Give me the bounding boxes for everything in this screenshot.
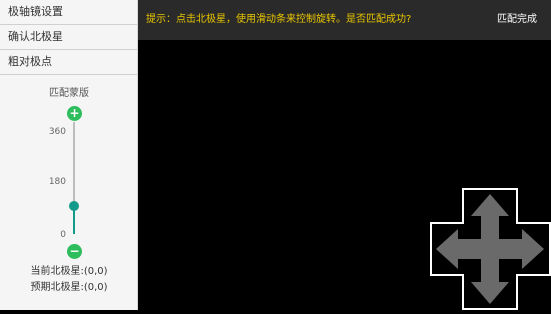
hint-text: 提示：点击北极星，使用滑动条来控制旋转。是否匹配成功? [146,14,412,25]
template-label: 匹配蒙版 [49,88,89,99]
top-bar: 提示：点击北极星，使用滑动条来控制旋转。是否匹配成功? 匹配完成 [138,0,551,40]
sidebar: 极轴镜设置 确认北极星 粗对极点 匹配蒙版 + 360 180 0 − 当前北极… [0,0,138,310]
minus-icon: − [69,244,80,258]
increase-button[interactable]: + [67,106,82,121]
menu-item-polar-scope-settings[interactable]: 极轴镜设置 [0,0,137,25]
decrease-button[interactable]: − [67,244,82,259]
move-arrows-icon[interactable] [430,188,551,314]
expected-polaris-readout: 预期北极星:(0,0) [30,282,108,293]
menu-item-confirm-polaris[interactable]: 确认北极星 [0,25,137,50]
tick-label-mid: 180 [48,177,66,187]
tick-label-max: 360 [48,127,66,137]
current-polaris-readout: 当前北极星:(0,0) [30,266,108,277]
tick-label-min: 0 [60,230,66,240]
rotation-slider-thumb[interactable] [69,201,79,211]
match-done-button[interactable]: 匹配完成 [497,0,537,40]
menu-item-rough-align-pole[interactable]: 粗对极点 [0,50,137,75]
plus-icon: + [69,106,80,120]
